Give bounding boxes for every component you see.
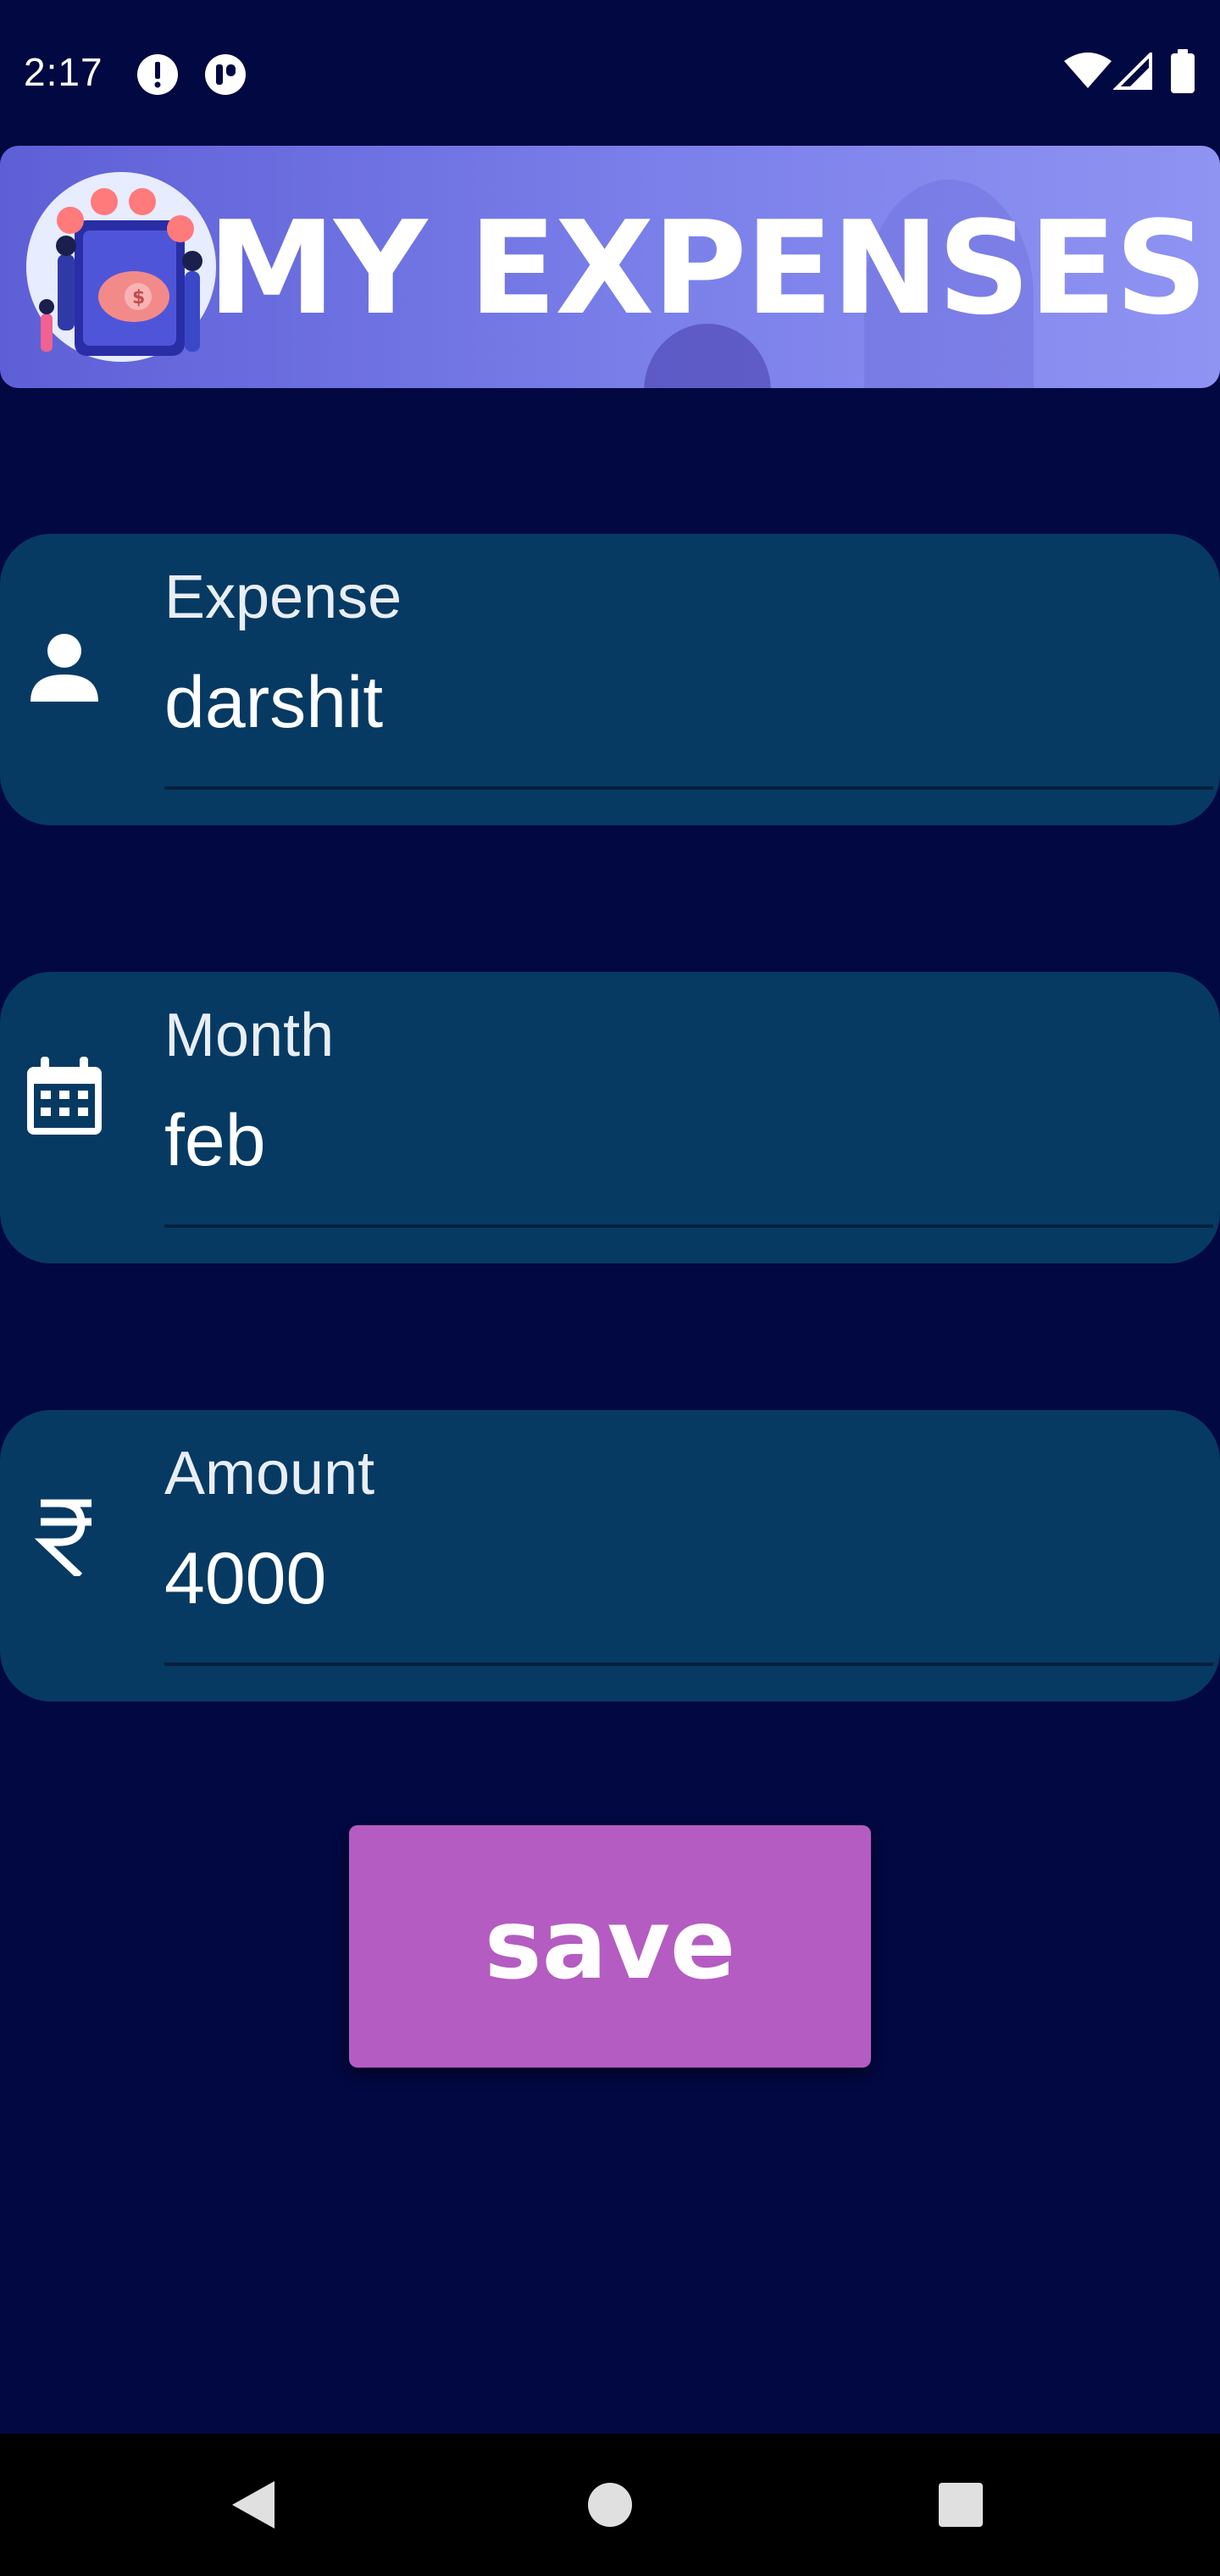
signal-icon bbox=[1113, 53, 1152, 90]
svg-text:$: $ bbox=[132, 287, 145, 308]
battery-icon bbox=[1171, 49, 1195, 93]
month-input[interactable]: feb bbox=[164, 1099, 266, 1183]
month-underline bbox=[164, 1224, 1213, 1228]
person-icon bbox=[30, 634, 98, 702]
family-savings-illustration: $ bbox=[26, 172, 216, 362]
calendar-icon bbox=[27, 1057, 102, 1135]
expense-field[interactable]: Expense darshit bbox=[0, 534, 1220, 825]
alert-circle-icon bbox=[137, 54, 178, 95]
expense-underline bbox=[164, 786, 1213, 790]
wifi-icon bbox=[1064, 53, 1112, 88]
month-label: Month bbox=[164, 1002, 335, 1069]
expense-input[interactable]: darshit bbox=[164, 661, 383, 745]
page-title: MY EXPENSES bbox=[208, 193, 1207, 343]
header-banner: $ MY EXPENSES bbox=[0, 146, 1220, 388]
expense-label: Expense bbox=[164, 564, 402, 631]
notification-app-icon bbox=[205, 54, 246, 95]
save-button[interactable]: save bbox=[349, 1825, 871, 2068]
navigation-bar bbox=[0, 2434, 1220, 2576]
rupee-icon bbox=[34, 1499, 92, 1576]
status-bar: 2:17 bbox=[0, 0, 1220, 144]
amount-field[interactable]: Amount 4000 bbox=[0, 1410, 1220, 1702]
back-icon[interactable] bbox=[224, 2474, 285, 2535]
recents-icon[interactable] bbox=[930, 2474, 991, 2535]
screen: 2:17 $ MY EXPENSES Expense darshit Month… bbox=[0, 0, 1220, 2576]
amount-underline bbox=[164, 1663, 1213, 1666]
status-time: 2:17 bbox=[24, 50, 103, 94]
amount-label: Amount bbox=[164, 1440, 375, 1507]
home-icon[interactable] bbox=[580, 2474, 640, 2535]
month-field[interactable]: Month feb bbox=[0, 972, 1220, 1263]
amount-input[interactable]: 4000 bbox=[164, 1537, 326, 1621]
